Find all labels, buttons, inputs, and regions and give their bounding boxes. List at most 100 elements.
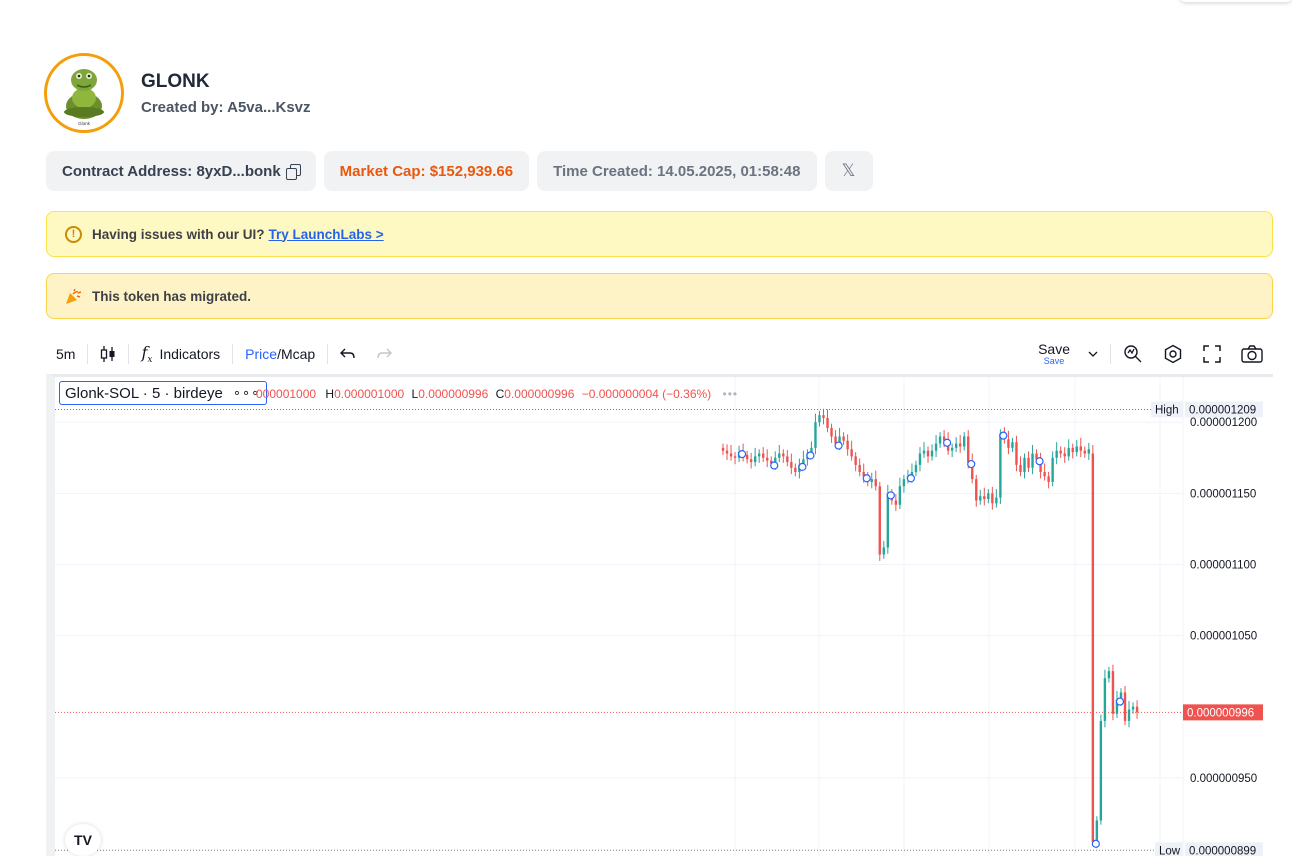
trade-marker[interactable] [1091,839,1100,848]
candle-body [1043,472,1046,477]
candle-body [1059,450,1062,454]
low-value: 0.000000996 [418,387,489,401]
token-name: GLONK [141,70,210,92]
trade-marker[interactable] [862,474,871,483]
change-value: −0.000000004 (−0.36%) [581,387,712,401]
ohlc-values: 000001000 H0.000001000 L0.000000996 C0.0… [256,387,738,401]
copy-icon[interactable] [285,163,301,180]
candle-body [1055,450,1058,458]
trade-marker[interactable] [798,462,807,472]
candle-body [818,415,821,423]
redo-icon [377,348,393,359]
trade-marker[interactable] [737,450,747,459]
candle-body [1019,464,1022,473]
candle-body [757,453,761,457]
candle-body [1107,671,1111,679]
trade-marker[interactable] [834,441,843,450]
candle-body [1063,453,1066,457]
trade-marker[interactable] [906,474,916,483]
ohlc-more-icon[interactable]: ••• [723,387,739,401]
market-cap-text: Market Cap: $152,939.66 [339,162,514,180]
y-tick-label: 0.000000950 [1190,773,1257,785]
x-link-button[interactable]: 𝕏 [824,151,873,191]
interval-button[interactable]: 5m [46,336,85,372]
candle-body [786,456,789,463]
y-tick-label: 0.000001150 [1190,488,1256,500]
candle-body [922,450,926,454]
candle-body [983,496,986,500]
y-tick-label: 0.000001100 [1190,559,1256,571]
high-label: High [1155,404,1179,416]
time-created-chip: Time Created: 14.05.2025, 01:58:48 [537,151,817,191]
toolbar-divider [1110,344,1111,364]
trade-marker[interactable] [886,491,895,500]
settings-button[interactable] [1153,336,1193,372]
candle-body [975,479,978,501]
trade-marker[interactable] [942,438,952,447]
y-tick-label: 0.000001200 [1190,417,1257,429]
chart-canvas[interactable]: 0.000001200 0.000001150 0.000001100 0.00000… [55,377,1273,856]
chart-type-button[interactable] [90,336,126,372]
candle-body [926,450,930,457]
undo-button[interactable] [330,336,366,372]
candles-icon [101,346,115,362]
candle-body [1127,709,1131,721]
candle-body [762,453,765,458]
gear-icon [1164,344,1182,364]
candle-body [814,422,817,448]
candle-body [987,493,990,500]
candle-body [999,433,1002,498]
corner-card [1180,0,1292,2]
indicators-label: Indicators [159,346,221,362]
candle-body [850,449,853,457]
candle-body [1123,692,1127,721]
interval-label: 5m [56,346,76,362]
candle-body [1083,450,1086,454]
candle-body [1051,457,1054,482]
mcap-option[interactable]: Mcap [281,346,315,362]
candle-body [954,443,958,448]
high-value-label: 0.000001209 [1189,404,1256,416]
candle-body [1079,446,1082,451]
price-mcap-toggle[interactable]: Price / Mcap [235,336,325,372]
contract-address-chip[interactable]: Contract Address: 8yxD...bonk [46,151,316,191]
save-dropdown-button[interactable] [1078,336,1108,372]
symbol-legend[interactable]: Glonk-SOL · 5 · birdeye ∘∘∘ [59,381,268,405]
save-sublabel: Save [1043,356,1065,366]
low-label: Low [1159,845,1181,856]
candle-body [790,462,793,468]
chart-background [55,377,1273,856]
creator-address[interactable]: Created by: A5va...Ksvz [141,99,311,116]
trade-marker[interactable] [1115,697,1125,706]
quick-search-button[interactable] [1113,336,1153,372]
candle-body [979,496,982,501]
candle-body [1007,439,1010,448]
frog-avatar-image: Glonk [64,69,104,126]
candle-body [794,467,797,473]
redo-button[interactable] [366,336,402,372]
save-button[interactable]: Save Save [1038,342,1070,366]
price-option[interactable]: Price [245,346,277,362]
trade-marker[interactable] [1035,457,1044,466]
indicators-button[interactable]: fx Indicators [131,336,230,372]
candle-body [894,500,898,505]
trade-marker[interactable] [999,431,1008,440]
candle-body [1023,457,1026,473]
candle-body [1075,446,1078,453]
ui-issue-banner: ! Having issues with our UI? Try LaunchL… [46,211,1273,257]
time-created-text: Time Created: 14.05.2025, 01:58:48 [553,162,801,180]
tradingview-logo-icon[interactable]: TV [65,824,101,856]
candle-body [1135,706,1139,713]
launchlabs-link[interactable]: Try LaunchLabs > [269,227,384,242]
trade-marker[interactable] [770,461,779,470]
candle-body [958,443,962,447]
save-label: Save [1038,341,1070,357]
trade-marker[interactable] [806,451,815,460]
trade-marker[interactable] [967,459,976,469]
candle-body [846,440,849,450]
toolbar-divider [128,344,130,364]
price-chart[interactable]: 0.000001200 0.000001150 0.000001100 0.00000… [46,374,1273,856]
candle-body [934,443,938,451]
fullscreen-button[interactable] [1193,336,1231,372]
screenshot-button[interactable] [1231,336,1273,372]
